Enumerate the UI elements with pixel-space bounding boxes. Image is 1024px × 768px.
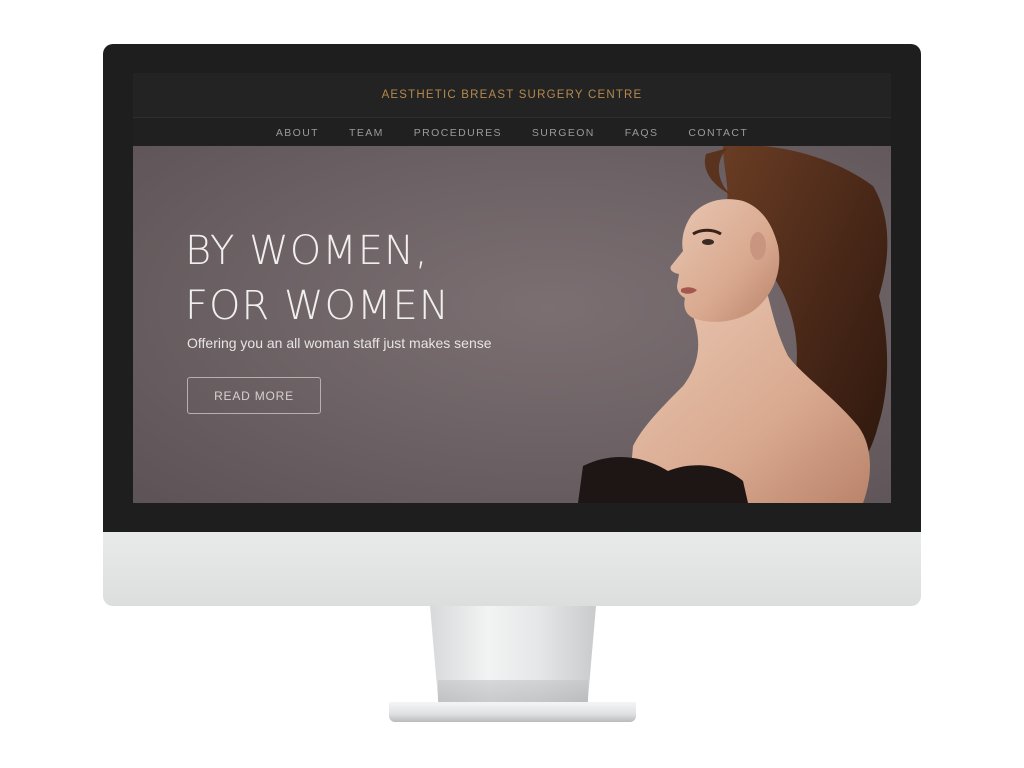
nav-item-about[interactable]: ABOUT	[276, 127, 319, 139]
read-more-button[interactable]: READ MORE	[187, 377, 321, 414]
nav-item-procedures[interactable]: PROCEDURES	[414, 127, 502, 139]
monitor-chin	[103, 532, 921, 606]
hero-portrait-image	[578, 146, 888, 503]
hero-title-line-2: FOR WOMEN	[185, 283, 450, 329]
site-title-logo[interactable]: AESTHETIC BREAST SURGERY CENTRE	[382, 89, 643, 101]
monitor-mockup: AESTHETIC BREAST SURGERY CENTRE ABOUT TE…	[0, 0, 1024, 768]
nav-item-faqs[interactable]: FAQS	[625, 127, 659, 139]
nav-item-contact[interactable]: CONTACT	[688, 127, 748, 139]
hero-title: BY WOMEN, FOR WOMEN	[185, 224, 450, 334]
monitor-stand-foot	[389, 702, 636, 722]
nav-item-team[interactable]: TEAM	[349, 127, 384, 139]
hero-title-line-1: BY WOMEN,	[185, 228, 429, 274]
monitor-stand-shadow	[438, 680, 588, 702]
website-screen: AESTHETIC BREAST SURGERY CENTRE ABOUT TE…	[133, 73, 891, 503]
hero-banner: BY WOMEN, FOR WOMEN Offering you an all …	[133, 146, 891, 503]
nav-item-surgeon[interactable]: SURGEON	[532, 127, 595, 139]
hero-subtitle: Offering you an all woman staff just mak…	[187, 335, 492, 351]
site-header: AESTHETIC BREAST SURGERY CENTRE	[133, 73, 891, 116]
main-nav: ABOUT TEAM PROCEDURES SURGEON FAQS CONTA…	[133, 117, 891, 147]
